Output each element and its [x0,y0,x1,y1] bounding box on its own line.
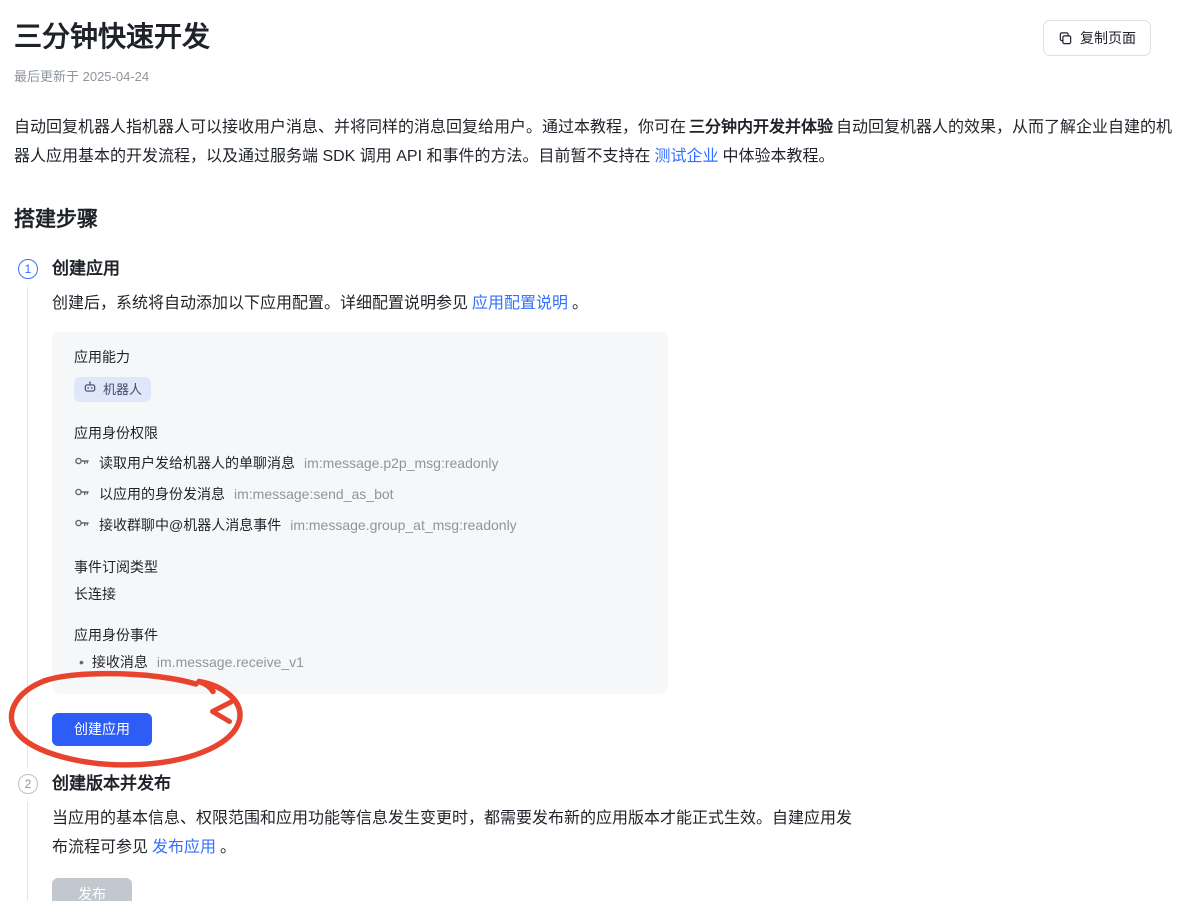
permission-code: im:message:send_as_bot [234,485,394,504]
step-1-rail: 1 [14,257,52,772]
app-config-doc-link[interactable]: 应用配置说明 [472,295,568,312]
intro-bold: 三分钟内开发并体验 [689,119,833,136]
page-title: 三分钟快速开发 [14,18,210,56]
doc-page: 三分钟快速开发 复制页面 最后更新于 2025-04-24 自动回复机器人指机器… [0,0,1199,901]
publish-button[interactable]: 发布 [52,878,132,901]
permission-row: 读取用户发给机器人的单聊消息 im:message.p2p_msg:readon… [74,453,646,474]
permission-name: 接收群聊中@机器人消息事件 [99,516,281,535]
permission-name: 读取用户发给机器人的单聊消息 [99,454,295,473]
bullet-dot: • [79,653,84,672]
test-corp-link[interactable]: 测试企业 [654,148,718,165]
permission-label: 应用身份权限 [74,424,646,443]
step-connector-line [27,287,28,768]
step-1-body: 创建应用 创建后，系统将自动添加以下应用配置。详细配置说明参见应用配置说明。 应… [52,257,1199,772]
intro-text-3: 中体验本教程。 [723,148,835,165]
app-event-row: • 接收消息 im.message.receive_v1 [74,653,646,672]
key-icon [74,515,99,536]
publish-app-doc-link[interactable]: 发布应用 [152,839,216,856]
key-icon [74,484,99,505]
copy-icon [1058,31,1073,46]
section-title-build-steps: 搭建步骤 [14,203,1199,233]
step-1-number: 1 [18,259,38,279]
robot-tag-label: 机器人 [103,381,142,399]
step-connector-line [27,802,28,901]
app-config-card: 应用能力 机器人 应用身份权 [52,332,668,694]
permission-code: im:message.p2p_msg:readonly [304,454,499,473]
event-subscribe-type-value: 长连接 [74,585,646,604]
step-1-description: 创建后，系统将自动添加以下应用配置。详细配置说明参见应用配置说明。 [52,289,852,318]
step-1-desc-suffix: 。 [572,295,588,312]
robot-icon [83,380,97,399]
copy-page-button[interactable]: 复制页面 [1043,20,1151,56]
step-2-rail: 2 [14,772,52,901]
capability-label: 应用能力 [74,348,646,367]
step-2-desc-suffix: 。 [220,839,236,856]
key-icon [74,453,99,474]
permission-code: im:message.group_at_msg:readonly [290,516,516,535]
event-subscribe-type-label: 事件订阅类型 [74,558,646,577]
step-2-description: 当应用的基本信息、权限范围和应用功能等信息发生变更时，都需要发布新的应用版本才能… [52,804,852,862]
permission-name: 以应用的身份发消息 [99,485,225,504]
intro-text-1: 自动回复机器人指机器人可以接收用户消息、并将同样的消息回复给用户。通过本教程，你… [14,119,686,136]
page-header: 三分钟快速开发 复制页面 [0,0,1199,56]
step-1-title: 创建应用 [52,257,1199,281]
step-1-desc-text: 创建后，系统将自动添加以下应用配置。详细配置说明参见 [52,295,468,312]
app-event-label: 应用身份事件 [74,626,646,645]
app-event-name: 接收消息 [92,653,148,672]
copy-page-label: 复制页面 [1080,28,1136,48]
create-app-button[interactable]: 创建应用 [52,713,152,746]
permission-row: 以应用的身份发消息 im:message:send_as_bot [74,484,646,505]
create-app-button-area: 创建应用 [52,713,152,746]
step-2-number: 2 [18,774,38,794]
step-2-body: 创建版本并发布 当应用的基本信息、权限范围和应用功能等信息发生变更时，都需要发布… [52,772,1199,901]
steps-list: 1 创建应用 创建后，系统将自动添加以下应用配置。详细配置说明参见应用配置说明。… [14,257,1199,901]
step-2: 2 创建版本并发布 当应用的基本信息、权限范围和应用功能等信息发生变更时，都需要… [14,772,1199,901]
step-1: 1 创建应用 创建后，系统将自动添加以下应用配置。详细配置说明参见应用配置说明。… [14,257,1199,772]
intro-paragraph: 自动回复机器人指机器人可以接收用户消息、并将同样的消息回复给用户。通过本教程，你… [14,113,1185,171]
app-event-code: im.message.receive_v1 [157,653,304,672]
robot-capability-tag: 机器人 [74,377,151,402]
permission-row: 接收群聊中@机器人消息事件 im:message.group_at_msg:re… [74,515,646,536]
step-2-title: 创建版本并发布 [52,772,1199,796]
last-updated: 最后更新于 2025-04-24 [14,66,1199,85]
